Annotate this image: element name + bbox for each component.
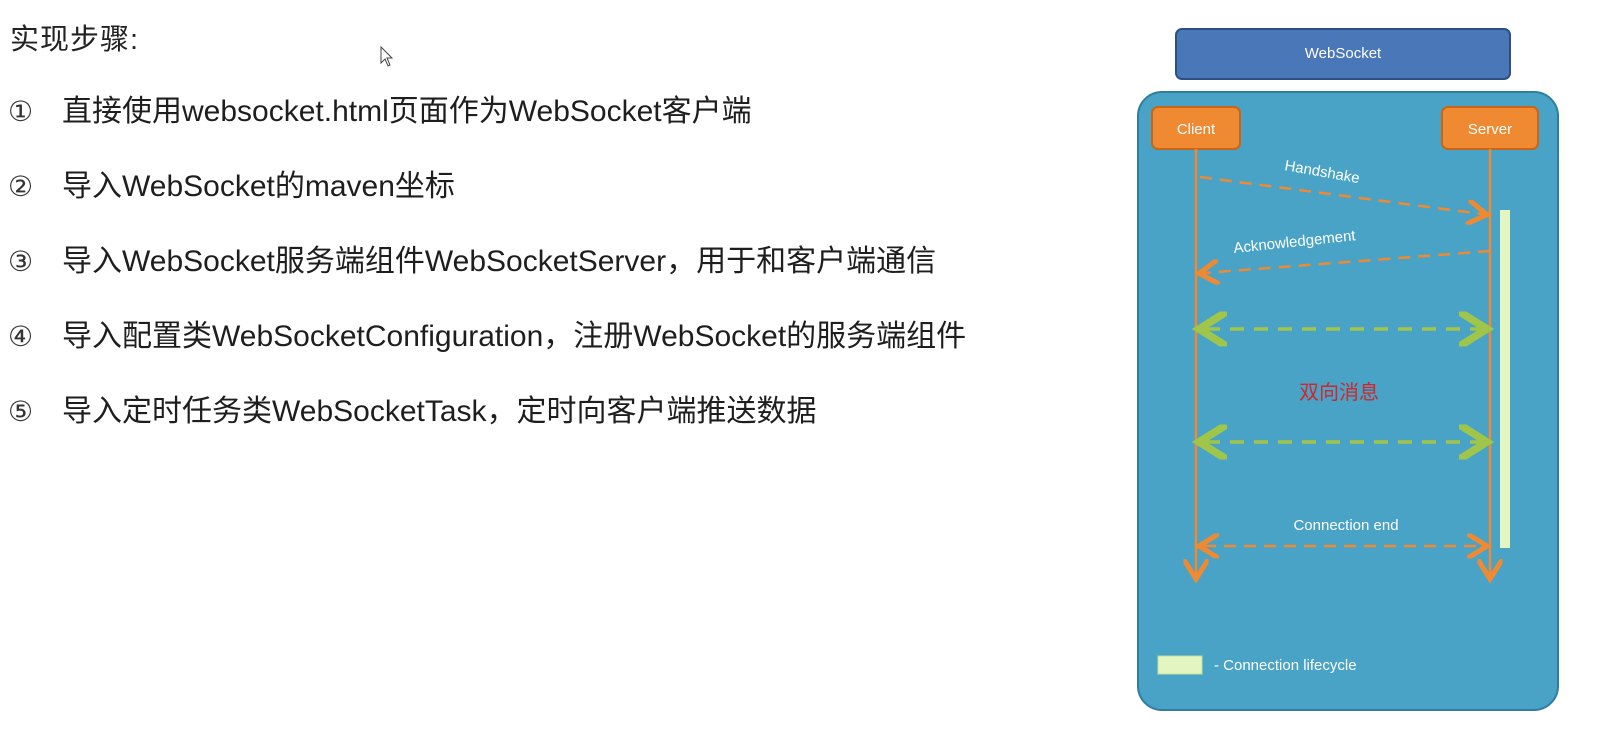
step-number: ③	[8, 246, 34, 277]
step-text: 直接使用websocket.html页面作为WebSocket客户端	[62, 95, 752, 128]
steps-title: 实现步骤:	[10, 24, 140, 56]
legend-label: - Connection lifecycle	[1214, 657, 1357, 674]
mouse-cursor-icon	[380, 46, 394, 67]
step-number: ④	[8, 321, 34, 352]
websocket-diagram: WebSocket Client Server Handshake Acknow…	[1137, 28, 1559, 711]
diagram-title: WebSocket	[1305, 45, 1382, 62]
server-label: Server	[1468, 121, 1512, 138]
step-number: ⑤	[8, 396, 34, 427]
step-item: ④ 导入配置类WebSocketConfiguration，注册WebSocket…	[8, 317, 966, 357]
connection-lifecycle-bar	[1500, 210, 1510, 548]
step-text: 导入WebSocket的maven坐标	[62, 170, 455, 203]
step-item: ③ 导入WebSocket服务端组件WebSocketServer，用于和客户端通…	[8, 242, 936, 282]
legend-swatch	[1157, 655, 1203, 675]
step-item: ② 导入WebSocket的maven坐标	[8, 167, 455, 207]
step-number: ②	[8, 171, 34, 202]
step-item: ⑤ 导入定时任务类WebSocketTask，定时向客户端推送数据	[8, 392, 817, 432]
bidirectional-label: 双向消息	[1299, 381, 1379, 404]
step-item: ① 直接使用websocket.html页面作为WebSocket客户端	[8, 92, 752, 132]
step-text: 导入WebSocket服务端组件WebSocketServer，用于和客户端通信	[62, 245, 937, 278]
client-label: Client	[1177, 121, 1216, 138]
step-text: 导入定时任务类WebSocketTask，定时向客户端推送数据	[62, 395, 817, 428]
connection-end-label: Connection end	[1293, 517, 1398, 534]
step-text: 导入配置类WebSocketConfiguration，注册WebSocket的…	[62, 320, 967, 353]
step-number: ①	[8, 96, 34, 127]
